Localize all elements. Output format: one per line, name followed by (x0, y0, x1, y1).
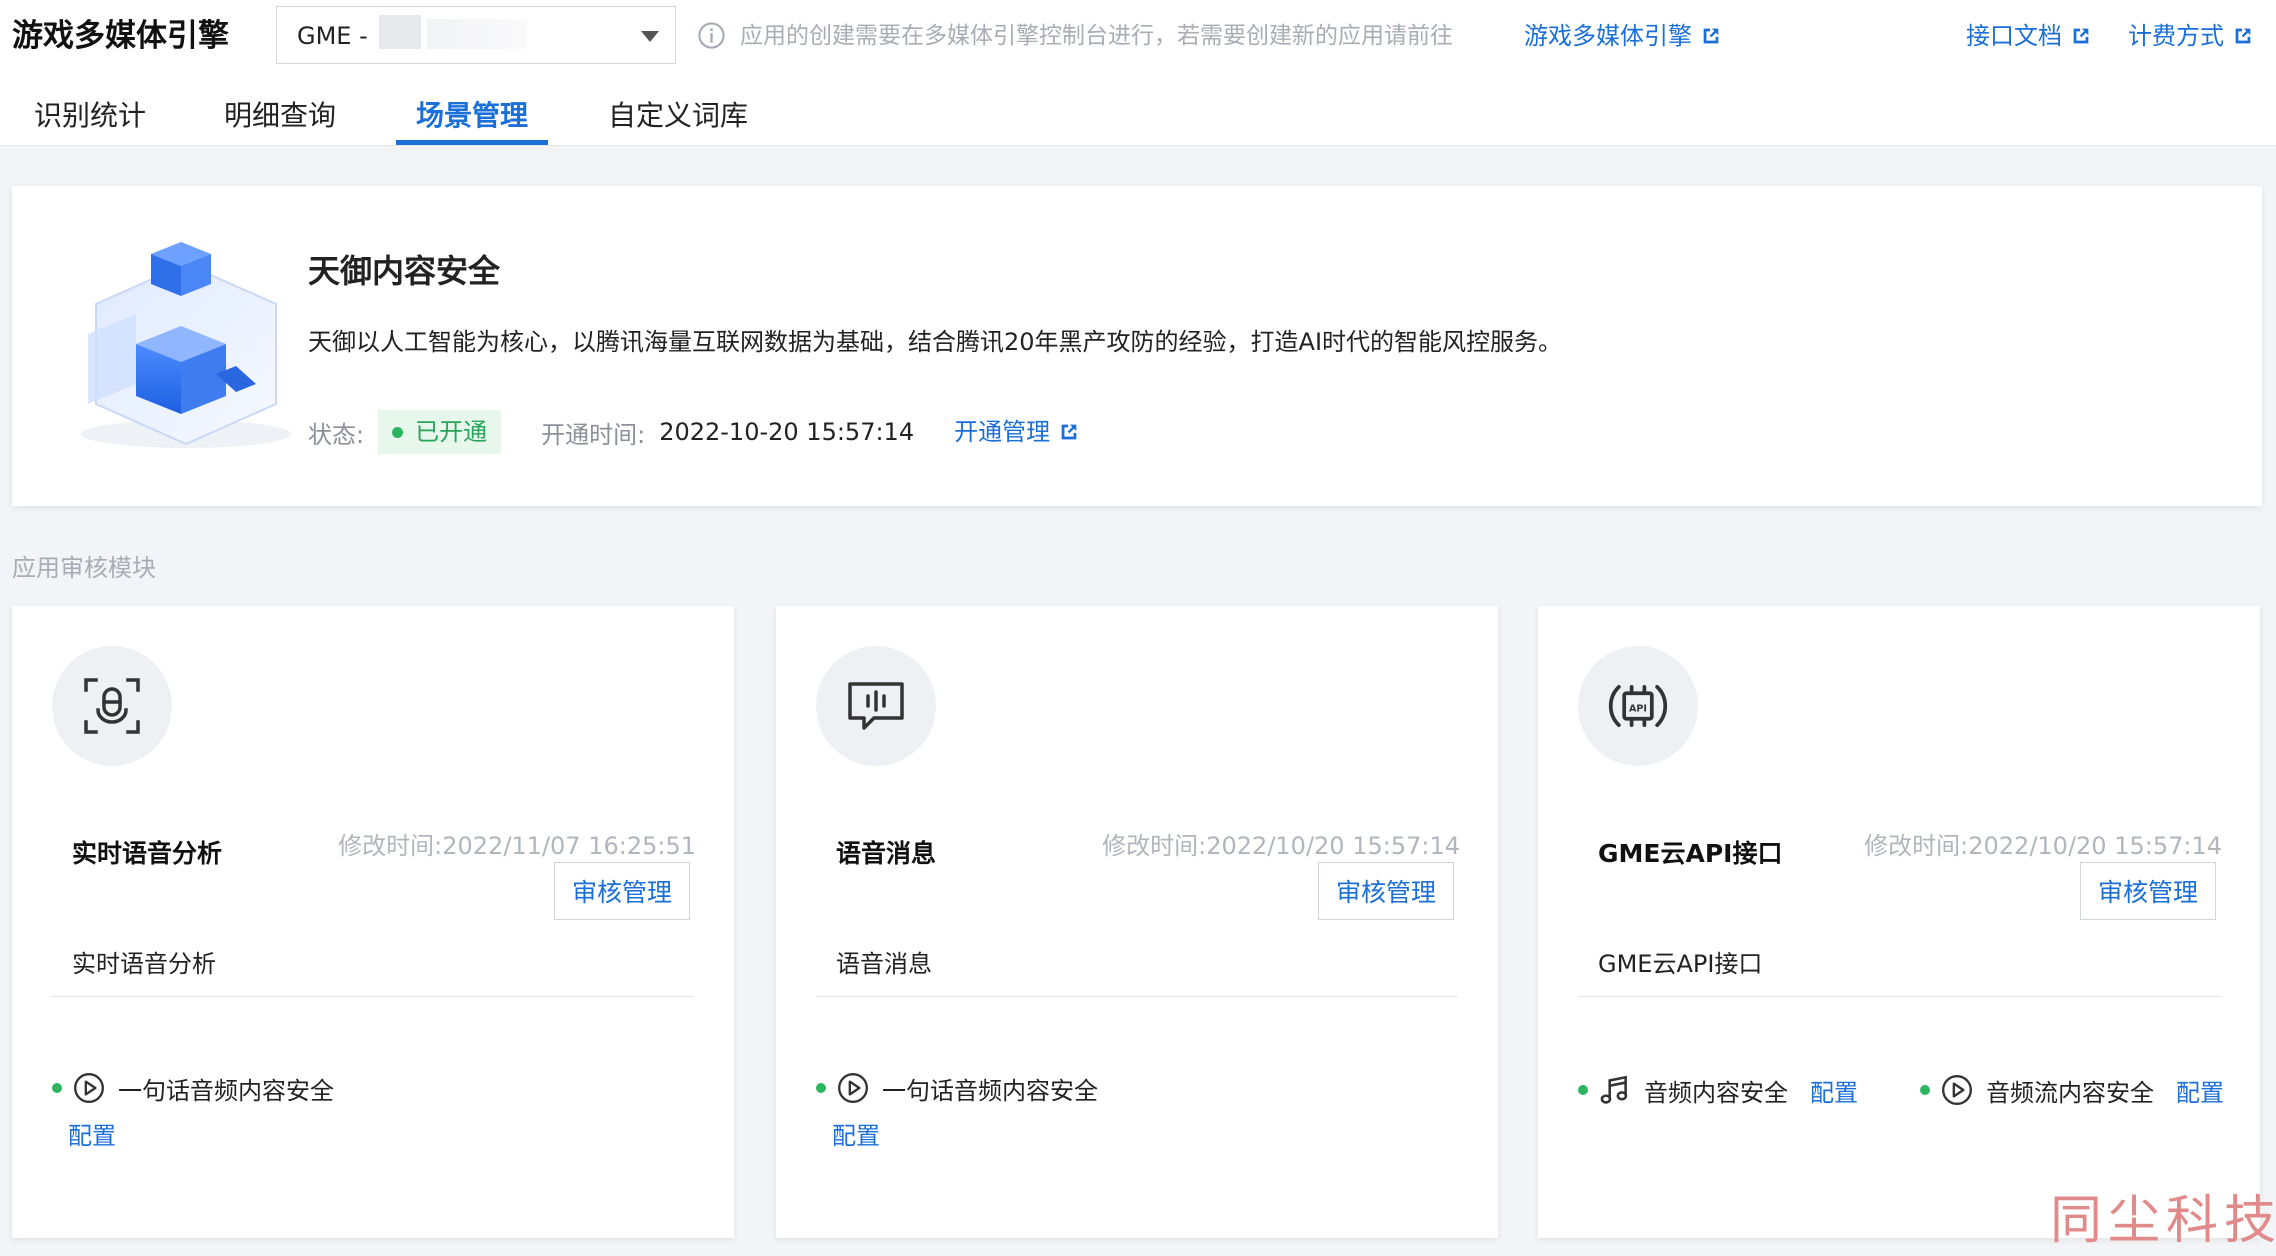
external-link-icon (2235, 28, 2251, 44)
config-link[interactable]: 配置 (68, 1116, 116, 1151)
feature-item: 音频流内容安全 配置 (1920, 1070, 2224, 1110)
section-label: 应用审核模块 (12, 554, 156, 582)
card-description: 语音消息 (836, 950, 932, 978)
review-management-button[interactable]: 审核管理 (2080, 862, 2216, 920)
play-circle-icon (1942, 1075, 1972, 1105)
card-description: GME云API接口 (1598, 950, 1763, 978)
engine-link[interactable]: 游戏多媒体引擎 (1524, 16, 1722, 56)
banner-description: 天御以人工智能为核心，以腾讯海量互联网数据为基础，结合腾讯20年黑产攻防的经验，… (308, 328, 1563, 356)
card-icon-wrapper (52, 646, 172, 766)
status-dot-icon (392, 426, 404, 438)
billing-link[interactable]: 计费方式 (2128, 16, 2254, 56)
card-title: 实时语音分析 (72, 839, 223, 868)
external-link-icon (1703, 28, 1719, 44)
feature-item: 一句话音频内容安全 (816, 1068, 1098, 1108)
voice-message-icon (848, 682, 904, 730)
tab-custom-dictionary[interactable]: 自定义词库 (608, 92, 748, 146)
enabled-dot-icon (52, 1083, 62, 1093)
tab-scene-management[interactable]: 场景管理 (416, 92, 528, 146)
card-modified-time: 修改时间:2022/10/20 15:57:14 (1864, 832, 2222, 860)
enabled-dot-icon (816, 1083, 826, 1093)
banner-title: 天御内容安全 (308, 252, 501, 290)
config-link[interactable]: 配置 (2176, 1073, 2224, 1108)
open-time-label: 开通时间: (541, 420, 646, 449)
card-modified-time: 修改时间:2022/11/07 16:25:51 (338, 832, 696, 860)
chevron-down-icon (641, 31, 659, 42)
security-cube-illustration (81, 242, 291, 448)
card-icon-wrapper: API (1578, 646, 1698, 766)
app-select-value: GME - (297, 22, 368, 50)
card-title: GME云API接口 (1598, 839, 1783, 868)
feature-label: 一句话音频内容安全 (118, 1076, 334, 1105)
card-divider (816, 996, 1458, 997)
billing-link-label: 计费方式 (2128, 22, 2224, 50)
app-select[interactable]: GME - (276, 6, 676, 64)
card-title: 语音消息 (836, 839, 937, 868)
open-management-link[interactable]: 开通管理 (954, 412, 1080, 452)
api-icon: API (1608, 685, 1668, 727)
enabled-dot-icon (1578, 1085, 1588, 1095)
review-management-button[interactable]: 审核管理 (554, 862, 690, 920)
play-circle-icon (838, 1073, 868, 1103)
info-icon (698, 22, 725, 49)
tab-detail-query[interactable]: 明细查询 (224, 92, 336, 146)
status-badge: 已开通 (378, 410, 502, 454)
config-link[interactable]: 配置 (832, 1116, 880, 1151)
feature-label: 音频流内容安全 (1986, 1078, 2154, 1107)
enabled-dot-icon (1920, 1085, 1930, 1095)
card-description: 实时语音分析 (72, 950, 216, 978)
api-docs-link[interactable]: 接口文档 (1966, 16, 2092, 56)
card-divider (52, 996, 694, 997)
service-banner: 天御内容安全 天御以人工智能为核心，以腾讯海量互联网数据为基础，结合腾讯20年黑… (12, 186, 2262, 506)
config-link[interactable]: 配置 (1810, 1073, 1858, 1108)
tab-recognition-stats[interactable]: 识别统计 (34, 92, 146, 146)
redacted-mask (427, 19, 527, 49)
top-header: 游戏多媒体引擎 GME - 应用的创建需要在多媒体引擎控制台进行，若需要创建新的… (0, 0, 2276, 146)
external-link-icon (1061, 424, 1077, 440)
open-time-value: 2022-10-20 15:57:14 (659, 418, 915, 446)
redacted-mask (379, 15, 421, 49)
card-divider (1578, 996, 2220, 997)
module-card-voice-message: 语音消息 修改时间:2022/10/20 15:57:14 审核管理 语音消息 … (776, 606, 1498, 1238)
external-link-icon (2073, 28, 2089, 44)
card-modified-time: 修改时间:2022/10/20 15:57:14 (1102, 832, 1460, 860)
api-docs-link-label: 接口文档 (1966, 22, 2062, 50)
banner-meta: 状态: 已开通 开通时间: 2022-10-20 15:57:14 开通管理 (308, 410, 1080, 454)
status-label: 状态: (308, 420, 365, 449)
watermark: 同尘科技 (2050, 1191, 2276, 1251)
tab-bar: 识别统计 明细查询 场景管理 自定义词库 (0, 92, 900, 146)
play-circle-icon (74, 1073, 104, 1103)
card-icon-wrapper (816, 646, 936, 766)
open-management-link-label: 开通管理 (954, 418, 1051, 446)
active-tab-indicator (396, 140, 548, 145)
feature-item: 音频内容安全 配置 (1578, 1070, 1858, 1110)
app-title: 游戏多媒体引擎 (12, 18, 229, 54)
status-value: 已开通 (415, 418, 488, 446)
feature-label: 一句话音频内容安全 (882, 1076, 1098, 1105)
feature-item: 一句话音频内容安全 (52, 1068, 334, 1108)
module-card-realtime-voice: 实时语音分析 修改时间:2022/11/07 16:25:51 审核管理 实时语… (12, 606, 734, 1238)
review-management-button[interactable]: 审核管理 (1318, 862, 1454, 920)
music-note-icon (1600, 1075, 1628, 1104)
engine-link-label: 游戏多媒体引擎 (1524, 22, 1692, 50)
voice-recognition-icon (84, 678, 140, 734)
feature-label: 音频内容安全 (1644, 1078, 1788, 1107)
create-app-notice: 应用的创建需要在多媒体引擎控制台进行，若需要创建新的应用请前往 (740, 23, 1453, 49)
svg-text:API: API (1629, 703, 1647, 714)
module-card-gme-cloud-api: API GME云API接口 修改时间:2022/10/20 15:57:14 审… (1538, 606, 2260, 1238)
